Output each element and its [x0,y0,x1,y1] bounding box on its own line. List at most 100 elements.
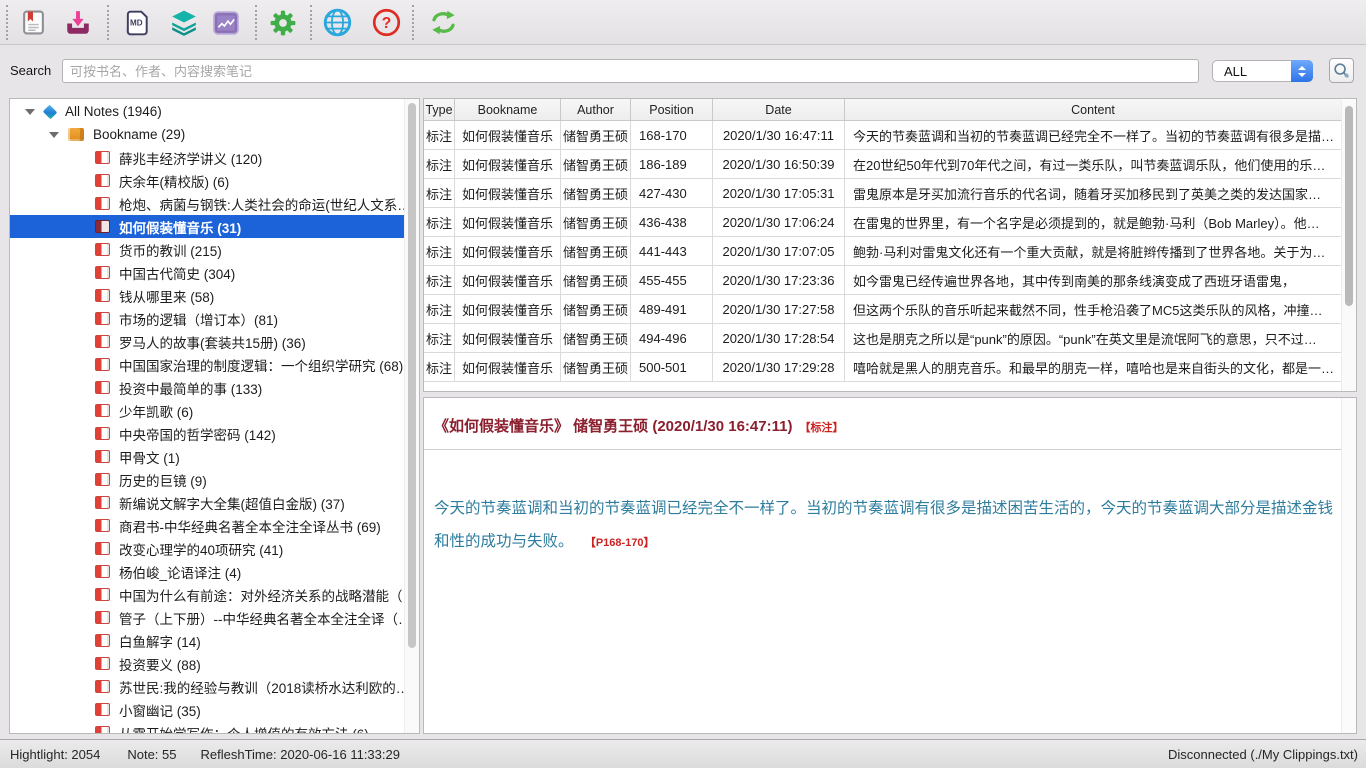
sidebar-book-item[interactable]: 中国为什么有前途：对外经济关系的战略潜能（… [10,583,404,606]
book-label: 薛兆丰经济学讲义 (120) [119,148,262,168]
table-row[interactable]: 标注如何假装懂音乐储智勇王硕489-4912020/1/30 17:27:58但… [424,295,1341,324]
table-row[interactable]: 标注如何假装懂音乐储智勇王硕500-5012020/1/30 17:29:28嘻… [424,353,1341,382]
sidebar-book-item[interactable]: 中央帝国的哲学密码 (142) [10,422,404,445]
sidebar-book-item[interactable]: 货币的教训 (215) [10,238,404,261]
column-header-date[interactable]: Date [713,99,845,120]
column-header-author[interactable]: Author [561,99,631,120]
column-header-type[interactable]: Type [424,99,455,120]
select-stepper-icon [1291,60,1313,82]
disclosure-triangle-icon[interactable] [25,109,35,115]
sidebar-book-item[interactable]: 从零开始学写作：个人增值的有效方法 (6) [10,721,404,734]
search-label: Search [10,63,51,78]
sidebar-book-item[interactable]: 少年凯歌 (6) [10,399,404,422]
cell-type: 标注 [424,237,455,265]
detail-scrollbar[interactable] [1341,398,1356,733]
sidebar-book-item[interactable]: 投资要义 (88) [10,652,404,675]
note-type-tag: 【标注】 [799,422,843,434]
search-input[interactable] [62,59,1199,83]
cell-author: 储智勇王硕 [561,237,631,265]
column-header-content[interactable]: Content [845,99,1341,120]
cell-content: 如今雷鬼已经传遍世界各地，其中传到南美的那条线演变成了西班牙语雷鬼， [845,266,1341,294]
sidebar-scrollbar[interactable] [404,99,419,733]
filter-select[interactable]: ALL [1212,60,1313,82]
toolbar-separator [6,5,8,40]
book-icon [95,197,110,210]
book-label: 杨伯峻_论语译注 (4) [119,562,241,582]
sidebar-book-item[interactable]: 改变心理学的40项研究 (41) [10,537,404,560]
cell-author: 储智勇王硕 [561,121,631,149]
book-label: 投资要义 (88) [119,654,201,674]
cell-bookname: 如何假装懂音乐 [455,121,561,149]
sidebar-book-item[interactable]: 中国古代简史 (304) [10,261,404,284]
table-row[interactable]: 标注如何假装懂音乐储智勇王硕436-4382020/1/30 17:06:24在… [424,208,1341,237]
sidebar-book-item[interactable]: 中国国家治理的制度逻辑：一个组织学研究 (68) [10,353,404,376]
chart-icon [212,9,240,37]
svg-text:?: ? [381,15,391,32]
sidebar-item-bookname[interactable]: Bookname (29) [10,123,404,146]
book-icon [95,634,110,647]
sidebar-book-item[interactable]: 苏世民:我的经验与教训（2018读桥水达利欧的… [10,675,404,698]
import-button[interactable] [60,4,96,41]
cell-position: 494-496 [631,324,713,352]
website-button[interactable] [319,4,355,41]
book-icon [95,496,110,509]
sidebar-book-item[interactable]: 甲骨文 (1) [10,445,404,468]
column-header-bookname[interactable]: Bookname [455,99,561,120]
sidebar-item-all-notes[interactable]: All Notes (1946) [10,100,404,123]
cell-content: 雷鬼原本是牙买加流行音乐的代名词，随着牙买加移民到了英美之类的发达国家… [845,179,1341,207]
sidebar-book-item[interactable]: 薛兆丰经济学讲义 (120) [10,146,404,169]
table-row[interactable]: 标注如何假装懂音乐储智勇王硕186-1892020/1/30 16:50:39在… [424,150,1341,179]
cell-position: 455-455 [631,266,713,294]
table-row[interactable]: 标注如何假装懂音乐储智勇王硕427-4302020/1/30 17:05:31雷… [424,179,1341,208]
cell-type: 标注 [424,208,455,236]
cell-bookname: 如何假装懂音乐 [455,353,561,381]
column-header-position[interactable]: Position [631,99,713,120]
sidebar-scrollbar-thumb[interactable] [408,103,416,648]
sidebar-book-item[interactable]: 杨伯峻_论语译注 (4) [10,560,404,583]
book-label: 货币的教训 (215) [119,240,222,260]
layers-export-button[interactable] [166,4,202,41]
sidebar-book-item[interactable]: 新编说文解字大全集(超值白金版) (37) [10,491,404,514]
table-row[interactable]: 标注如何假装懂音乐储智勇王硕441-4432020/1/30 17:07:05鲍… [424,237,1341,266]
cell-author: 储智勇王硕 [561,208,631,236]
disclosure-triangle-icon[interactable] [49,132,59,138]
sidebar-book-item[interactable]: 投资中最简单的事 (133) [10,376,404,399]
sidebar-book-item[interactable]: 小窗幽记 (35) [10,698,404,721]
sidebar-book-item[interactable]: 钱从哪里来 (58) [10,284,404,307]
book-icon [95,588,110,601]
help-button[interactable]: ? [368,4,404,41]
note-detail-title: 《如何假装懂音乐》 储智勇王硕 (2020/1/30 16:47:11) [434,418,792,435]
table-scrollbar-thumb[interactable] [1345,106,1353,306]
cell-position: 427-430 [631,179,713,207]
notes-document-button[interactable] [15,4,51,41]
sidebar-book-item[interactable]: 枪炮、病菌与钢铁:人类社会的命运(世纪人文系… [10,192,404,215]
cell-bookname: 如何假装懂音乐 [455,266,561,294]
sidebar-book-item[interactable]: 历史的巨镜 (9) [10,468,404,491]
book-icon [95,726,110,734]
sidebar-panel: All Notes (1946) Bookname (29) 薛兆丰经济学讲义 … [9,98,420,734]
sidebar-book-item[interactable]: 白鱼解字 (14) [10,629,404,652]
sidebar-book-item[interactable]: 商君书-中华经典名著全本全注全译丛书 (69) [10,514,404,537]
statistics-button[interactable] [208,4,244,41]
table-row[interactable]: 标注如何假装懂音乐储智勇王硕168-1702020/1/30 16:47:11今… [424,121,1341,150]
cell-type: 标注 [424,353,455,381]
cell-date: 2020/1/30 17:23:36 [713,266,845,294]
sync-icon [429,8,458,37]
sidebar-book-item[interactable]: 市场的逻辑（增订本）(81) [10,307,404,330]
refresh-button[interactable] [425,4,461,41]
table-row[interactable]: 标注如何假装懂音乐储智勇王硕455-4552020/1/30 17:23:36如… [424,266,1341,295]
sidebar-book-item[interactable]: 管子（上下册）--中华经典名著全本全注全译（… [10,606,404,629]
settings-button[interactable] [265,4,301,41]
table-scrollbar[interactable] [1341,100,1356,391]
sidebar-book-item[interactable]: 罗马人的故事(套装共15册) (36) [10,330,404,353]
table-row[interactable]: 标注如何假装懂音乐储智勇王硕494-4962020/1/30 17:28:54这… [424,324,1341,353]
sidebar-book-item-selected[interactable]: 如何假装懂音乐 (31) [10,215,404,238]
cell-position: 436-438 [631,208,713,236]
search-button[interactable] [1329,58,1354,83]
sidebar-book-item[interactable]: 庆余年(精校版) (6) [10,169,404,192]
markdown-export-button[interactable]: MD [119,4,155,41]
book-label: 中国为什么有前途：对外经济关系的战略潜能（… [119,585,404,605]
cell-date: 2020/1/30 17:06:24 [713,208,845,236]
cell-position: 500-501 [631,353,713,381]
cell-date: 2020/1/30 17:28:54 [713,324,845,352]
